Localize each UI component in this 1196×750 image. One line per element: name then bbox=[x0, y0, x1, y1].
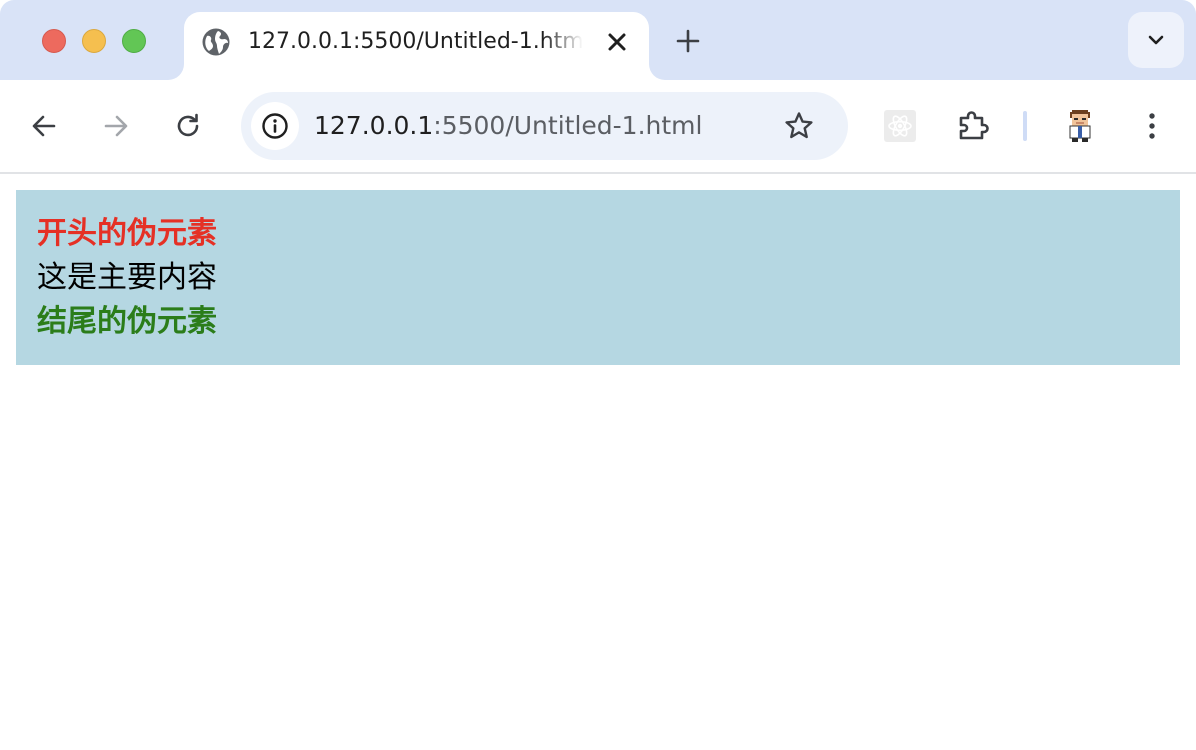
avatar-icon[interactable] bbox=[1064, 108, 1096, 144]
react-devtools-extension[interactable] bbox=[884, 110, 916, 142]
before-pseudo-text: 开头的伪元素 bbox=[37, 216, 217, 251]
window-close-button[interactable] bbox=[42, 29, 66, 53]
more-vertical-icon[interactable] bbox=[1140, 110, 1164, 142]
tab-strip: 127.0.0.1:5500/Untitled-1.html bbox=[0, 0, 1196, 80]
browser-tab-active[interactable]: 127.0.0.1:5500/Untitled-1.html bbox=[184, 12, 649, 80]
window-minimize-button[interactable] bbox=[82, 29, 106, 53]
after-pseudo-text: 结尾的伪元素 bbox=[37, 304, 217, 339]
reload-icon[interactable] bbox=[172, 110, 204, 142]
toolbar-divider bbox=[1023, 111, 1027, 141]
url-host: 127.0.0.1 bbox=[314, 111, 434, 140]
star-icon[interactable] bbox=[783, 110, 815, 142]
address-bar[interactable]: 127.0.0.1:5500/Untitled-1.html bbox=[241, 92, 848, 160]
extensions-puzzle-icon[interactable] bbox=[956, 108, 990, 142]
globe-icon bbox=[202, 28, 230, 56]
react-devtools-icon bbox=[888, 115, 912, 137]
tab-search-button[interactable] bbox=[1128, 12, 1184, 68]
main-content-text: 这是主要内容 bbox=[37, 260, 217, 295]
tab-title: 127.0.0.1:5500/Untitled-1.html bbox=[248, 29, 583, 54]
forward-arrow-icon[interactable] bbox=[100, 110, 132, 142]
chevron-down-icon bbox=[1148, 35, 1164, 45]
window-maximize-button[interactable] bbox=[122, 29, 146, 53]
new-tab-plus-icon[interactable] bbox=[673, 26, 703, 56]
site-info-button[interactable] bbox=[251, 102, 299, 150]
close-icon[interactable] bbox=[604, 29, 630, 55]
content-box: 开头的伪元素 这是主要内容 结尾的伪元素 bbox=[16, 190, 1180, 365]
url-path: :5500/Untitled-1.html bbox=[433, 111, 703, 140]
browser-toolbar: 127.0.0.1:5500/Untitled-1.html bbox=[0, 80, 1196, 174]
info-icon bbox=[262, 113, 288, 139]
back-arrow-icon[interactable] bbox=[28, 110, 60, 142]
url-text[interactable]: 127.0.0.1:5500/Untitled-1.html bbox=[314, 109, 702, 143]
